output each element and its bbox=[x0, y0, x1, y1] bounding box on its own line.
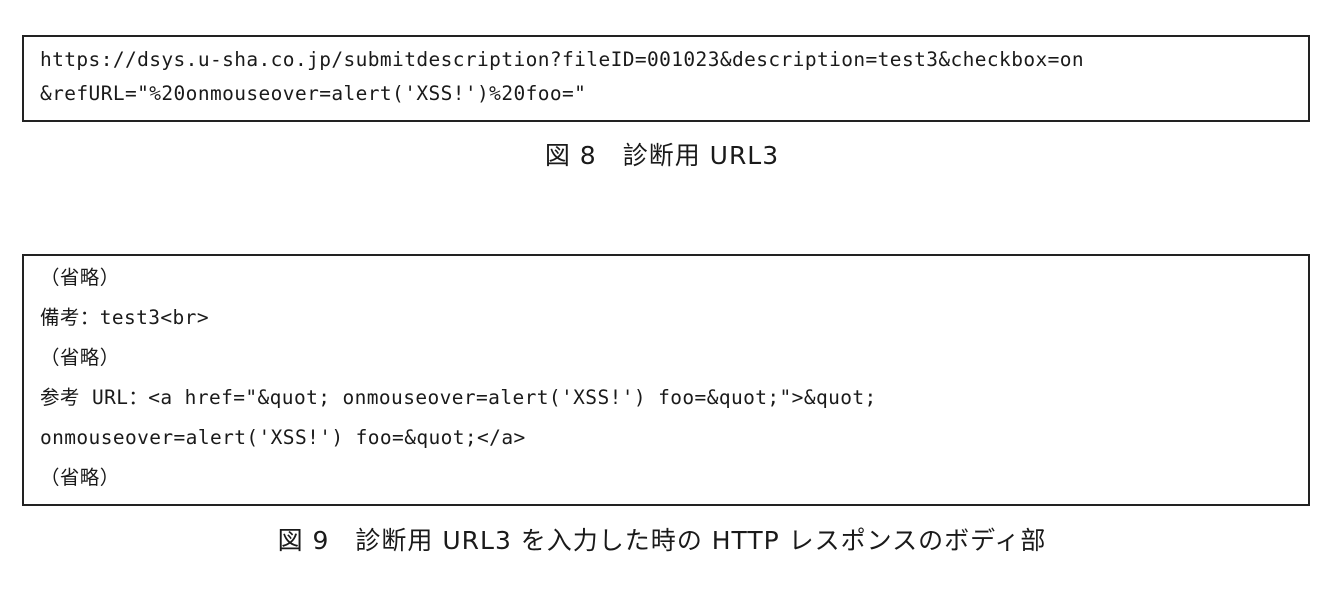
url-line-1: https://dsys.u-sha.co.jp/submitdescripti… bbox=[40, 48, 1085, 71]
diagnostic-url-box: https://dsys.u-sha.co.jp/submitdescripti… bbox=[22, 35, 1310, 122]
http-response-body-box: （省略） 備考：test3<br> （省略） 参考 URL：<a href="&… bbox=[22, 254, 1310, 506]
figure-9-caption: 図 9 診断用 URL3 を入力した時の HTTP レスポンスのボディ部 bbox=[277, 526, 1047, 555]
response-line-omitted-3: （省略） bbox=[40, 466, 120, 489]
response-line-reference-url: 参考 URL：<a href="&quot; onmouseover=alert… bbox=[40, 386, 877, 409]
response-line-reference-url-cont: onmouseover=alert('XSS!') foo=&quot;</a> bbox=[40, 426, 526, 449]
url-line-2: &refURL="%20onmouseover=alert('XSS!')%20… bbox=[40, 82, 587, 105]
response-line-omitted-2: （省略） bbox=[40, 346, 120, 369]
figure-8-caption: 図 8 診断用 URL3 bbox=[544, 141, 780, 170]
response-line-remarks: 備考：test3<br> bbox=[40, 306, 209, 329]
response-line-omitted-1: （省略） bbox=[40, 266, 120, 289]
